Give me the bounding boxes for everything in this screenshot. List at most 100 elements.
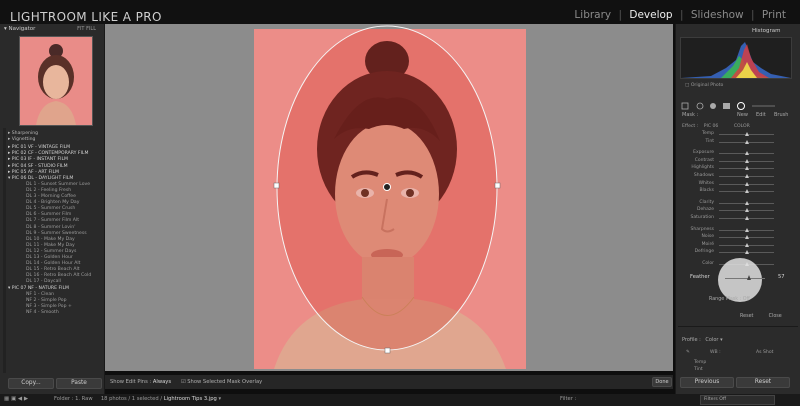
slider-knob[interactable] [744, 166, 749, 171]
slider-knob[interactable] [744, 181, 749, 186]
preset-item[interactable]: NF 1 - Clean [26, 292, 54, 297]
preset-item[interactable]: DL 5 - Summer Crush [26, 206, 75, 211]
slider-row[interactable]: Tint [686, 139, 788, 147]
slider-knob[interactable] [744, 227, 749, 232]
slider-knob[interactable] [744, 208, 749, 213]
slider-knob[interactable] [744, 132, 749, 136]
histogram[interactable] [680, 37, 792, 79]
preset-section[interactable]: ▸ Sharpening [8, 131, 38, 136]
preset-item[interactable]: DL 6 - Summer Film [26, 212, 71, 217]
preset-section[interactable]: ▸ Vignetting [8, 137, 35, 142]
preset-group[interactable]: ▾ PIC 06 DL - DAYLIGHT FILM [8, 176, 73, 181]
preset-group[interactable]: ▸ PIC 01 VF - VINTAGE FILM [8, 145, 70, 150]
preset-item[interactable]: DL 16 - Retro Beach Alt Cold [26, 273, 91, 278]
slider-row[interactable]: Saturation [686, 215, 788, 223]
radial-filter-icon[interactable] [737, 102, 745, 110]
slider-knob[interactable] [744, 235, 749, 240]
preset-item[interactable]: DL 11 - Make My Day [26, 243, 75, 248]
slider-knob[interactable] [744, 139, 749, 144]
grid-view-icon[interactable]: ▦ [4, 396, 9, 402]
mask-edit[interactable]: Edit [756, 112, 766, 118]
checkbox-icon[interactable]: ☑ [181, 379, 186, 385]
done-button[interactable]: Done [652, 377, 672, 387]
preset-item[interactable]: DL 17 - Daycall [26, 279, 61, 284]
filter-select[interactable]: Filters Off [700, 395, 775, 405]
preset-group[interactable]: ▸ PIC 03 IF - INSTANT FILM [8, 157, 68, 162]
panel-reset-button[interactable]: Reset [740, 314, 753, 319]
feather-label: Feather [690, 274, 710, 280]
range-mask-label: Range Mask : [709, 297, 742, 302]
checkbox-icon[interactable]: □ [685, 83, 689, 88]
copy-button[interactable]: Copy... [8, 378, 54, 389]
slider-knob[interactable] [744, 189, 749, 194]
preset-item[interactable]: DL 14 - Golden Hour Alt [26, 261, 81, 266]
module-separator: | [618, 9, 623, 21]
wb-select[interactable]: As Shot [756, 350, 773, 355]
crop-icon[interactable] [681, 102, 689, 110]
reset-button[interactable]: Reset [736, 377, 790, 388]
module-slideshow[interactable]: Slideshow [691, 9, 744, 21]
feather-slider-knob[interactable] [747, 275, 752, 280]
slider-label: Defringe [694, 249, 714, 255]
preset-item[interactable]: DL 12 - Summer Days [26, 249, 76, 254]
slider-row[interactable]: Blacks [686, 188, 788, 196]
navigator-thumbnail[interactable] [19, 36, 93, 126]
effect-preset[interactable]: PIC 06 [704, 124, 719, 129]
effect-color[interactable]: COLOR [734, 124, 750, 129]
red-eye-icon[interactable] [710, 103, 716, 109]
preset-item[interactable]: DL 7 - Summer Film Alt [26, 218, 79, 223]
feather-slider-track[interactable] [725, 278, 765, 279]
module-print[interactable]: Print [762, 9, 786, 21]
panel-close-button[interactable]: Close [769, 314, 782, 319]
preset-item[interactable]: DL 15 - Retro Beach Alt [26, 267, 80, 272]
mask-new[interactable]: New [737, 112, 748, 118]
graduated-filter-icon[interactable] [723, 103, 730, 109]
preset-item[interactable]: NF 4 - Smooth [26, 310, 59, 315]
slider-knob[interactable] [744, 250, 749, 255]
module-develop[interactable]: Develop [629, 9, 672, 21]
slider-knob[interactable] [744, 242, 749, 247]
slider-knob[interactable] [744, 200, 749, 205]
preset-item[interactable]: DL 3 - Morning Coffee [26, 194, 76, 199]
edit-pin-icon[interactable] [383, 183, 391, 191]
module-library[interactable]: Library [574, 9, 611, 21]
preset-item[interactable]: DL 9 - Summer Sweetness [26, 231, 87, 236]
radial-filter-handle-right[interactable] [494, 182, 501, 189]
preset-item[interactable]: DL 1 - Sunset Summer Love [26, 182, 90, 187]
preset-item[interactable]: DL 13 - Golden Hour [26, 255, 73, 260]
presets-scrollbar[interactable] [3, 128, 6, 373]
preset-item[interactable]: DL 10 - Make My Day [26, 237, 75, 242]
slider-knob[interactable] [744, 216, 749, 220]
slider-row[interactable]: Defringe [686, 249, 788, 257]
previous-button[interactable]: Previous [680, 377, 734, 388]
paste-button[interactable]: Paste [56, 378, 102, 389]
slider-knob[interactable] [744, 158, 749, 163]
preset-item[interactable]: DL 8 - Summer Lovin' [26, 225, 75, 230]
eyedropper-icon[interactable]: ✎ [686, 350, 690, 355]
radial-filter-overlay[interactable] [254, 20, 526, 360]
radial-filter-handle-bottom[interactable] [384, 347, 391, 354]
arrow-left-icon[interactable]: ◀ [18, 396, 22, 402]
navigator-header[interactable]: ▾ Navigator FIT FILL [4, 26, 102, 35]
preset-group[interactable]: ▾ PIC 07 NF - NATURE FILM [8, 286, 69, 291]
preset-group[interactable]: ▸ PIC 04 SF - STUDIO FILM [8, 164, 68, 169]
preset-item[interactable]: DL 2 - Feeling Fresh [26, 188, 71, 193]
mask-brush[interactable]: Brush [774, 112, 788, 118]
range-mask-select[interactable]: Off [743, 297, 750, 302]
second-window-icon[interactable]: ▣ [11, 396, 16, 402]
preset-item[interactable]: DL 4 - Brighten My Day [26, 200, 79, 205]
spot-removal-icon[interactable] [696, 102, 704, 110]
slider-label: Color [702, 261, 714, 266]
navigator-zoom-options[interactable]: FIT FILL [77, 26, 96, 32]
radial-filter-handle-left[interactable] [273, 182, 280, 189]
slider-knob[interactable] [744, 151, 749, 156]
profile-select[interactable]: Color [705, 337, 718, 343]
preset-item[interactable]: NF 2 - Simple Pop [26, 298, 67, 303]
folder-label[interactable]: Folder : 1. Raw [54, 396, 93, 402]
preset-item[interactable]: NF 3 - Simple Pop + [26, 304, 72, 309]
show-edit-pins-select[interactable]: Always [153, 379, 171, 385]
slider-knob[interactable] [744, 174, 749, 178]
arrow-right-icon[interactable]: ▶ [24, 396, 28, 402]
preset-group[interactable]: ▸ PIC 02 CF - CONTEMPORARY FILM [8, 151, 88, 156]
preset-group[interactable]: ▸ PIC 05 AF - ART FILM [8, 170, 59, 175]
